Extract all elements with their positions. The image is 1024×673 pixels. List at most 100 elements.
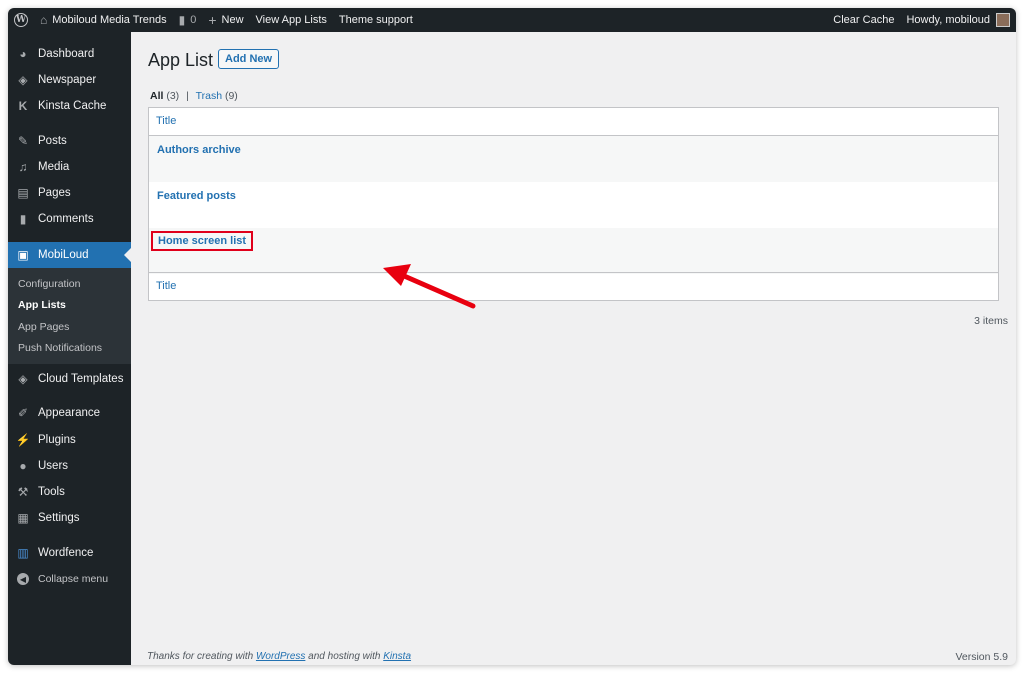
row-title-link-highlighted[interactable]: Home screen list: [151, 231, 254, 251]
sidebar-item-label: Kinsta Cache: [38, 100, 107, 112]
collapse-menu-button[interactable]: ◀ Collapse menu: [8, 566, 131, 592]
cloud-templates-icon: ◈: [18, 372, 28, 386]
dashboard-icon: ◕: [19, 47, 27, 61]
theme-support-link[interactable]: Theme support: [333, 8, 419, 32]
sidebar-item-pages[interactable]: ▤ Pages: [8, 180, 131, 206]
sidebar-item-dashboard[interactable]: ◕ Dashboard: [8, 41, 131, 67]
new-content-link[interactable]: + New: [202, 8, 249, 32]
sidebar-item-appearance[interactable]: ✐ Appearance: [8, 400, 131, 426]
pages-icon: ▤: [17, 186, 29, 200]
sidebar-item-label: Wordfence: [38, 547, 94, 559]
howdy-label: Howdy, mobiloud: [906, 14, 990, 26]
table-row: Home screen list: [149, 228, 998, 274]
table-header: Title: [149, 108, 998, 136]
sidebar-item-label: MobiLoud: [38, 249, 89, 261]
sidebar-item-users[interactable]: ● Users: [8, 453, 131, 479]
sidebar-item-label: Settings: [38, 512, 80, 524]
items-count: 3 items: [974, 315, 1008, 327]
sidebar-item-comments[interactable]: ▮ Comments: [8, 206, 131, 232]
sidebar-item-tools[interactable]: ⚒ Tools: [8, 479, 131, 505]
home-icon: ⌂: [40, 13, 48, 27]
filter-all[interactable]: All: [150, 90, 163, 102]
column-title-footer[interactable]: Title: [156, 280, 176, 292]
view-app-lists-link[interactable]: View App Lists: [250, 8, 333, 32]
filter-all-count: (3): [166, 90, 180, 102]
new-label: New: [221, 14, 244, 26]
clear-cache-link[interactable]: Clear Cache: [827, 8, 900, 32]
browser-frame: W ⌂ Mobiloud Media Trends ▮ 0 + New View…: [8, 8, 1016, 665]
submenu-app-pages[interactable]: App Pages: [18, 321, 69, 333]
collapse-icon-wrap: ◀: [16, 572, 30, 586]
comments-link[interactable]: ▮ 0: [173, 8, 203, 32]
wordpress-link[interactable]: WordPress: [256, 651, 305, 662]
row-title-link[interactable]: Authors archive: [157, 144, 241, 156]
submenu-configuration[interactable]: Configuration: [18, 278, 80, 290]
kinsta-link[interactable]: Kinsta: [383, 651, 411, 662]
sidebar-item-label: Users: [38, 460, 69, 472]
main-content: App List Add New All (3) | Trash (9) Tit…: [131, 32, 1016, 665]
sidebar-item-label: Newspaper: [38, 74, 97, 86]
footer-text: Thanks for creating with: [147, 651, 256, 662]
user-icon: ●: [19, 459, 27, 473]
sidebar-item-label: Tools: [38, 486, 65, 498]
sidebar-item-label: Posts: [38, 135, 67, 147]
collapse-menu-label: Collapse menu: [38, 573, 109, 585]
admin-bar: W ⌂ Mobiloud Media Trends ▮ 0 + New View…: [8, 8, 1016, 32]
submenu-push-notifications[interactable]: Push Notifications: [18, 342, 102, 354]
page-title: App List: [148, 50, 214, 70]
comment-icon: ▮: [19, 212, 27, 226]
mobiloud-icon: ▣: [17, 248, 29, 262]
pin-icon: ✎: [17, 134, 29, 148]
site-name-link[interactable]: ⌂ Mobiloud Media Trends: [34, 8, 173, 32]
newspaper-icon: ◈: [18, 73, 28, 87]
filter-separator: |: [186, 90, 189, 102]
footer-text: and hosting with: [305, 651, 384, 662]
table-row: Authors archive: [149, 136, 998, 182]
sidebar-item-label: Appearance: [38, 407, 101, 419]
sidebar-item-mobiloud[interactable]: ▣ MobiLoud: [8, 242, 131, 268]
avatar: [996, 13, 1010, 27]
view-app-lists-label: View App Lists: [255, 14, 327, 26]
sidebar-item-newspaper[interactable]: ◈ Newspaper: [8, 67, 131, 93]
filter-trash[interactable]: Trash: [196, 90, 222, 102]
clear-cache-label: Clear Cache: [833, 14, 895, 26]
theme-support-label: Theme support: [338, 14, 413, 26]
column-title-header[interactable]: Title: [156, 115, 176, 127]
sidebar-item-wordfence[interactable]: ▥ Wordfence: [8, 540, 131, 566]
row-title-link[interactable]: Featured posts: [157, 190, 236, 202]
sidebar-item-label: Plugins: [38, 434, 76, 446]
sidebar-item-media[interactable]: ♫ Media: [8, 154, 131, 180]
settings-icon: ▦: [17, 511, 29, 525]
add-new-button[interactable]: Add New: [218, 49, 280, 69]
mobiloud-submenu: Configuration App Lists App Pages Push N…: [8, 268, 131, 364]
plugin-icon: ⚡: [15, 433, 31, 447]
wordfence-icon: ▥: [17, 546, 29, 560]
kinsta-icon: K: [18, 99, 28, 113]
wrench-icon: ⚒: [17, 485, 29, 499]
media-icon: ♫: [18, 160, 28, 174]
admin-sidebar: ◕ Dashboard ◈ Newspaper K Kinsta Cache ✎…: [8, 32, 131, 665]
table-row: Featured posts: [149, 182, 998, 228]
sidebar-item-label: Media: [38, 161, 70, 173]
collapse-icon: ◀: [17, 573, 29, 585]
footer-credits: Thanks for creating with WordPress and h…: [147, 651, 411, 662]
annotation-arrow-icon: [383, 264, 476, 309]
sidebar-item-cloud-templates[interactable]: ◈ Cloud Templates: [8, 366, 131, 392]
sidebar-item-settings[interactable]: ▦ Settings: [8, 505, 131, 531]
sidebar-item-label: Dashboard: [38, 48, 95, 60]
account-menu[interactable]: Howdy, mobiloud: [900, 8, 1016, 32]
plus-icon: +: [208, 12, 217, 28]
site-name: Mobiloud Media Trends: [52, 14, 167, 26]
wp-logo-button[interactable]: W: [8, 8, 34, 32]
sidebar-item-label: Pages: [38, 187, 71, 199]
comments-count: 0: [190, 14, 197, 26]
version-label: Version 5.9: [955, 651, 1008, 663]
submenu-app-lists[interactable]: App Lists: [18, 299, 66, 311]
sidebar-item-plugins[interactable]: ⚡ Plugins: [8, 427, 131, 453]
table-footer: Title: [149, 272, 998, 300]
sidebar-item-posts[interactable]: ✎ Posts: [8, 128, 131, 154]
sidebar-item-kinsta-cache[interactable]: K Kinsta Cache: [8, 93, 131, 119]
wordpress-icon: W: [14, 13, 28, 27]
comment-icon: ▮: [178, 13, 186, 27]
app-list-table: Title Authors archive Featured posts Hom…: [148, 107, 999, 301]
